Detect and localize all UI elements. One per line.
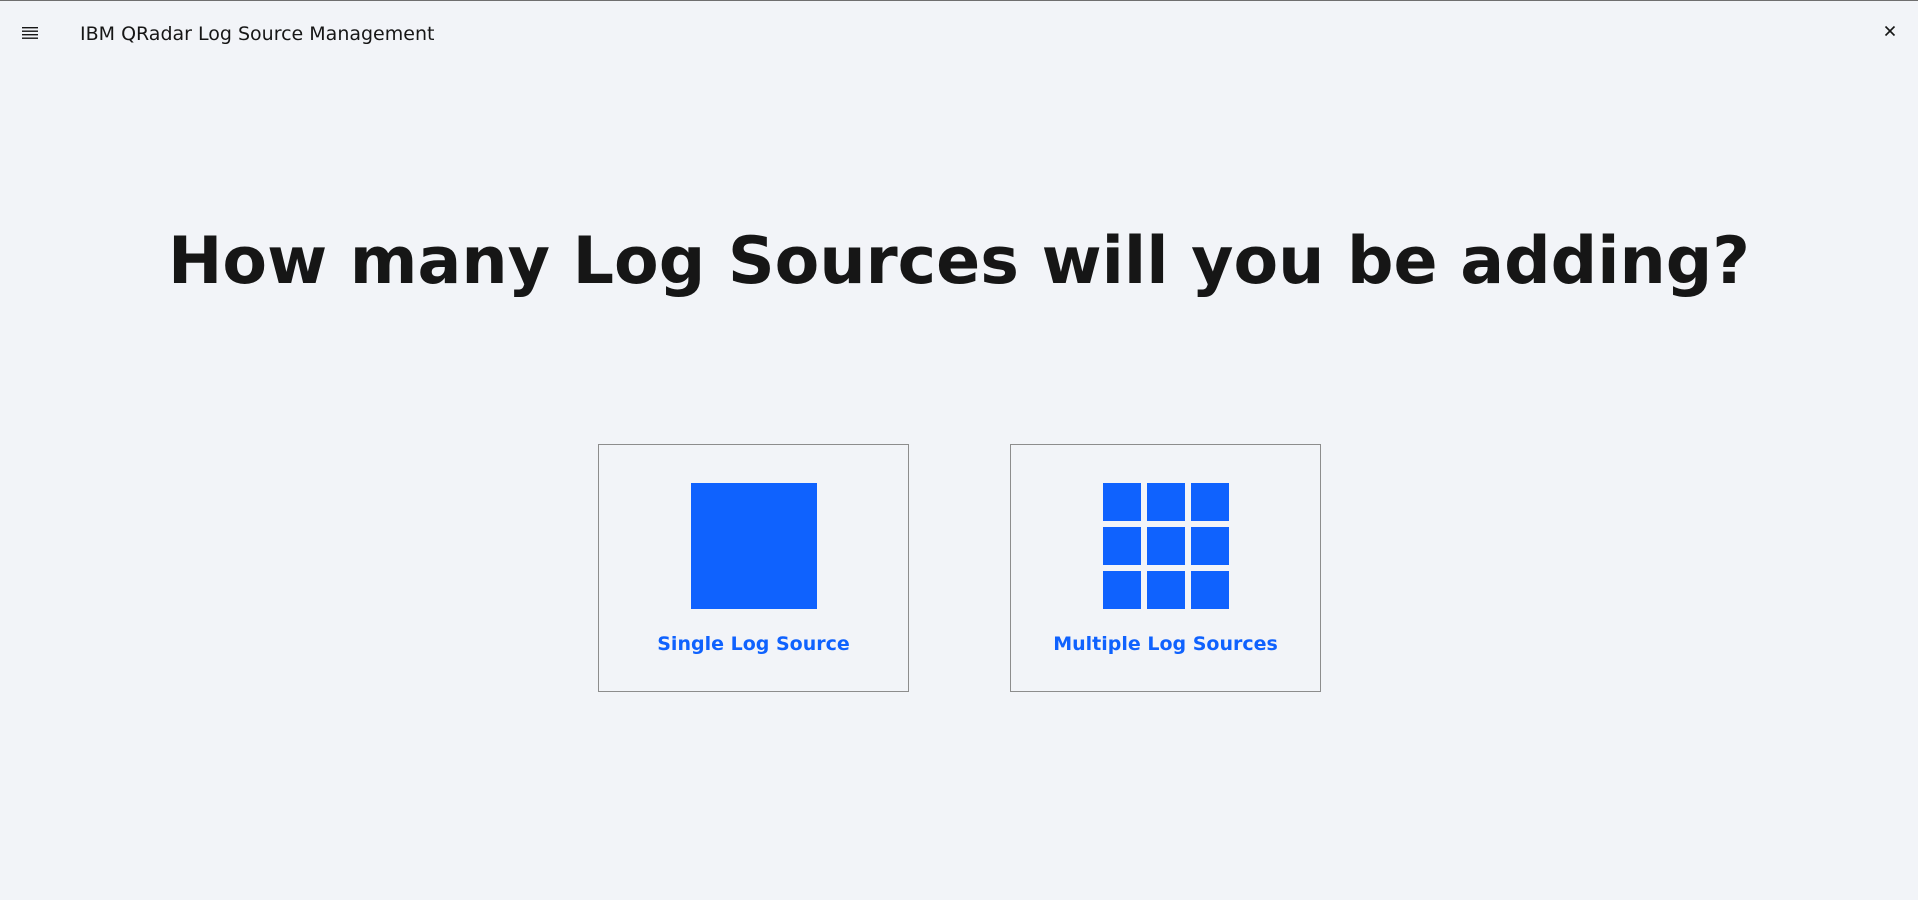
app-header: IBM QRadar Log Source Management bbox=[0, 1, 1918, 69]
page-heading: How many Log Sources will you be adding? bbox=[168, 224, 1750, 299]
app-title: IBM QRadar Log Source Management bbox=[80, 23, 435, 45]
single-log-source-label: Single Log Source bbox=[657, 633, 850, 655]
multiple-log-sources-tile[interactable]: Multiple Log Sources bbox=[1010, 444, 1321, 692]
single-square-icon bbox=[691, 483, 817, 609]
hamburger-menu-button[interactable] bbox=[14, 17, 46, 49]
single-log-source-tile[interactable]: Single Log Source bbox=[598, 444, 909, 692]
close-button[interactable] bbox=[1874, 15, 1906, 47]
multiple-log-sources-label: Multiple Log Sources bbox=[1053, 633, 1278, 655]
grid-squares-icon bbox=[1103, 483, 1229, 609]
hamburger-menu-icon bbox=[22, 27, 38, 39]
close-icon bbox=[1884, 25, 1896, 37]
